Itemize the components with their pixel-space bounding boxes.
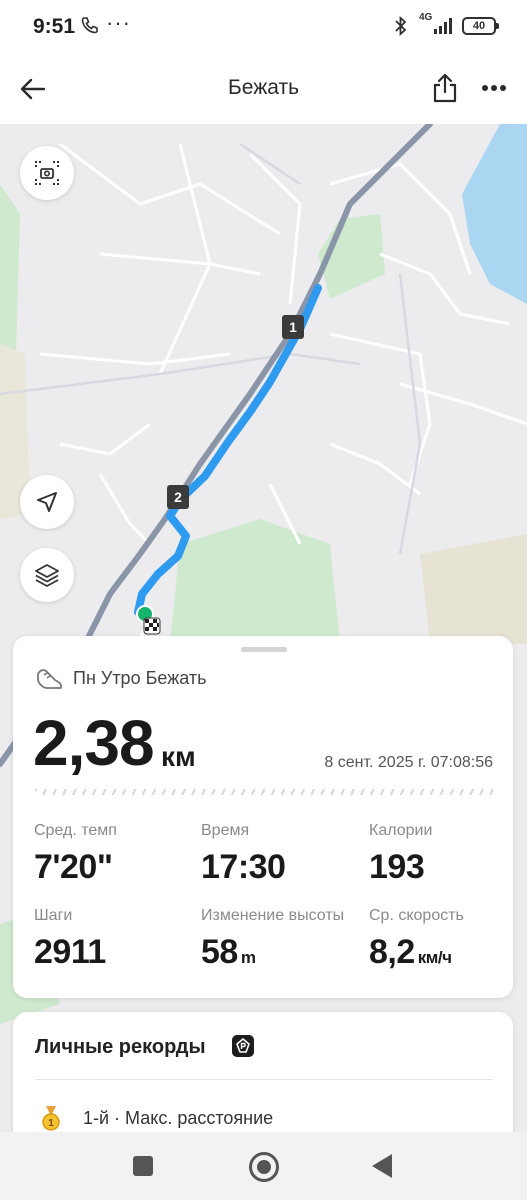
stat-unit: км/ч xyxy=(417,948,452,967)
km-marker-2: 2 xyxy=(167,485,189,509)
share-icon[interactable] xyxy=(430,72,460,104)
status-bar: 9:51 ··· 4G 40 xyxy=(0,0,527,52)
back-button[interactable] xyxy=(372,1154,392,1178)
divider xyxy=(35,1079,493,1080)
distance-unit: км xyxy=(161,741,196,772)
location-arrow-icon xyxy=(37,492,57,512)
stat-label: Сред. темп xyxy=(34,822,117,839)
divider xyxy=(35,789,493,795)
activity-summary-card[interactable]: Пн Утро Бежать 2,38 км 8 сент. 2025 г. 0… xyxy=(13,636,513,998)
more-horizontal-icon[interactable] xyxy=(480,76,508,100)
stat-label: Изменение высоты xyxy=(201,907,345,924)
stat-label: Ср. скорость xyxy=(369,907,464,924)
activity-title: Пн Утро Бежать xyxy=(73,668,207,688)
stat-steps: Шаги 2911 xyxy=(34,907,106,972)
screenshot-icon xyxy=(35,161,59,185)
activity-datetime: 8 сент. 2025 г. 07:08:56 xyxy=(324,754,493,771)
top-app-bar: Бежать xyxy=(0,52,527,124)
bluetooth-icon xyxy=(395,15,407,37)
network-type: 4G xyxy=(419,12,433,23)
recents-button[interactable] xyxy=(133,1156,153,1176)
medal-rank: 1 xyxy=(48,1118,54,1129)
park-area xyxy=(170,519,340,644)
status-more-dots: ··· xyxy=(106,10,131,35)
record-item[interactable]: 1-й · Макс. расстояние xyxy=(83,1108,273,1129)
running-shoe-icon xyxy=(37,669,62,689)
signal-icon xyxy=(434,18,452,34)
stat-value: 7'20" xyxy=(34,848,113,886)
personal-records-card[interactable]: Личные рекорды 1 1-й · Макс. расстояние xyxy=(13,1012,513,1152)
stat-calories: Калории 193 xyxy=(369,822,432,887)
stat-value: 8,2 км/ч xyxy=(369,933,452,971)
screenshot-button[interactable] xyxy=(20,146,74,200)
park-area xyxy=(420,534,527,644)
stat-value: 193 xyxy=(369,848,425,886)
stat-label: Время xyxy=(201,822,250,839)
stat-value: 2911 xyxy=(34,933,106,971)
drag-handle[interactable] xyxy=(241,647,287,652)
pr-badge-icon xyxy=(232,1035,254,1057)
water-area xyxy=(462,124,527,304)
home-button[interactable] xyxy=(249,1152,279,1182)
km-marker-1: 1 xyxy=(282,315,304,339)
stat-elevation-change: Изменение высоты 58 m xyxy=(201,907,344,972)
gold-medal-icon: 1 xyxy=(42,1106,60,1131)
battery-icon: 40 xyxy=(462,17,499,35)
stat-avg-speed: Ср. скорость 8,2 км/ч xyxy=(369,907,464,972)
call-icon xyxy=(81,17,98,34)
layers-button[interactable] xyxy=(20,548,74,602)
status-time: 9:51 xyxy=(33,15,76,38)
distance-value: 2,38 xyxy=(33,707,155,779)
my-location-button[interactable] xyxy=(20,475,74,529)
records-title: Личные рекорды xyxy=(35,1036,206,1058)
stat-label: Калории xyxy=(369,822,433,839)
stat-value: 58 m xyxy=(201,933,256,971)
layers-icon xyxy=(35,564,59,587)
stat-label: Шаги xyxy=(34,907,73,924)
stat-avg-pace: Сред. темп 7'20" xyxy=(34,822,117,887)
stat-unit: m xyxy=(240,948,256,967)
stat-time: Время 17:30 xyxy=(201,822,286,887)
stat-value: 17:30 xyxy=(201,848,286,886)
system-nav-bar xyxy=(0,1132,527,1200)
